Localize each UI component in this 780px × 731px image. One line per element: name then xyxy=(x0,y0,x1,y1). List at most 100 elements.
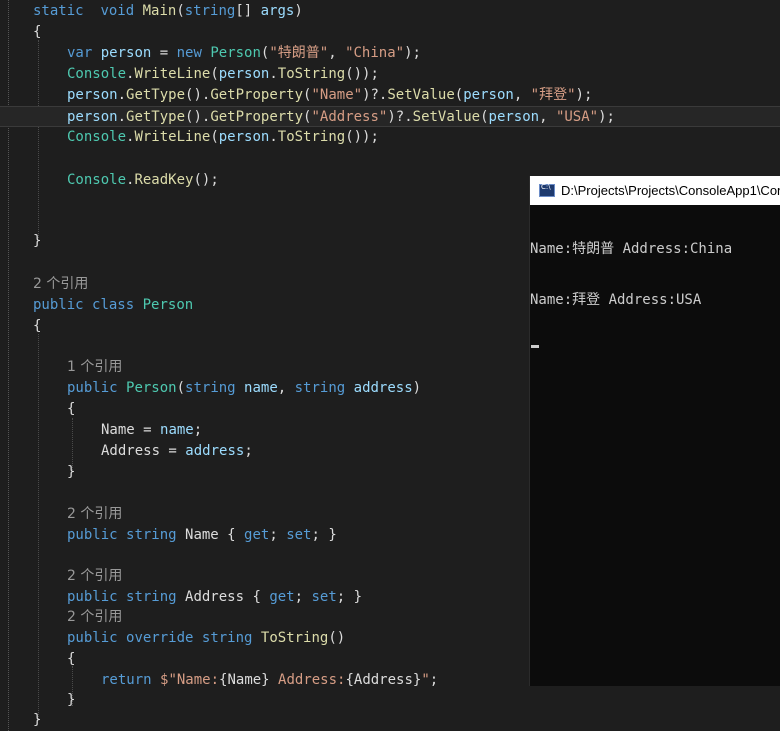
code-line[interactable]: Name = name; xyxy=(101,420,202,441)
code-token: name xyxy=(244,380,278,396)
reference-count[interactable]: 2 个引用 xyxy=(67,607,122,628)
code-token: person xyxy=(218,129,270,145)
code-token: public xyxy=(33,297,84,313)
code-token: address xyxy=(185,443,245,459)
code-line[interactable]: } xyxy=(67,690,75,711)
console-window[interactable]: D:\Projects\Projects\ConsoleApp1\Console… xyxy=(529,176,780,686)
code-token: get xyxy=(269,589,295,605)
code-token: { xyxy=(33,318,42,334)
code-token: person xyxy=(218,66,270,82)
code-token: Console xyxy=(67,129,127,145)
code-token: (). xyxy=(185,87,211,103)
code-token: "Name" xyxy=(311,87,363,103)
console-output[interactable]: Name:特朗普 Address:China Name:拜登 Address:U… xyxy=(530,205,780,382)
console-output-line: Name:拜登 Address:USA xyxy=(530,292,702,308)
code-token: } xyxy=(33,233,42,249)
code-token: { xyxy=(67,401,76,417)
code-token: string xyxy=(185,380,236,396)
code-line[interactable]: person.GetType().GetProperty ("Name")?.Se… xyxy=(67,85,592,106)
code-token: ; xyxy=(429,672,439,688)
code-token: Address: xyxy=(269,672,346,688)
code-token: Address { xyxy=(176,589,270,605)
reference-count[interactable]: 2 个引用 xyxy=(67,566,122,587)
code-token: class xyxy=(92,297,135,313)
code-token: {Name} xyxy=(219,672,270,688)
code-line[interactable]: { xyxy=(67,649,75,670)
code-token: public xyxy=(67,630,118,646)
code-token: get xyxy=(244,527,270,543)
code-token: name xyxy=(160,422,194,438)
code-line[interactable]: Console.WriteLine(person.ToString()); xyxy=(67,127,379,148)
code-line[interactable]: { xyxy=(33,316,41,337)
code-token: GetType xyxy=(126,87,186,103)
code-token: void xyxy=(100,3,135,19)
code-token: "USA" xyxy=(555,109,599,125)
code-token: ( xyxy=(176,380,186,396)
code-token: } xyxy=(33,712,42,728)
code-token: Person xyxy=(142,297,194,313)
code-line[interactable]: } xyxy=(33,231,41,252)
code-token: string xyxy=(126,527,177,543)
code-token: address xyxy=(353,380,413,396)
code-token: ToString xyxy=(277,129,346,145)
code-token: SetValue xyxy=(387,87,455,103)
code-line[interactable]: static void Main(string[] args) xyxy=(33,1,303,22)
code-token: Main xyxy=(142,3,177,19)
code-line[interactable]: Console.ReadKey(); xyxy=(67,170,219,191)
reference-count[interactable]: 1 个引用 xyxy=(67,357,122,378)
code-token: )?. xyxy=(387,109,413,125)
code-token: 2 个引用 xyxy=(33,276,89,292)
code-line[interactable]: var person = new Person("特朗普", "China"); xyxy=(67,43,421,64)
reference-count[interactable]: 2 个引用 xyxy=(33,274,88,295)
code-token: GetType xyxy=(126,109,186,125)
code-token: "Address" xyxy=(311,109,388,125)
code-token: ); xyxy=(404,45,421,61)
code-line[interactable]: { xyxy=(67,399,75,420)
code-token: WriteLine xyxy=(134,66,211,82)
code-token: ()); xyxy=(345,129,379,145)
code-token: (). xyxy=(185,109,211,125)
code-line[interactable]: Address = address; xyxy=(101,441,253,462)
code-token: } xyxy=(67,464,76,480)
indent-guide xyxy=(38,334,39,719)
code-token: . xyxy=(269,66,278,82)
code-token: ; xyxy=(269,527,287,543)
code-line[interactable]: public string Address { get; set; } xyxy=(67,587,362,608)
code-token: Name = xyxy=(101,422,161,438)
code-token: $"Name: xyxy=(160,672,220,688)
code-token: ReadKey xyxy=(134,172,194,188)
code-line[interactable]: { xyxy=(33,22,41,43)
code-token: person xyxy=(488,109,540,125)
code-token: ToString xyxy=(277,66,346,82)
code-token: GetProperty xyxy=(210,87,304,103)
code-token: = xyxy=(151,45,177,61)
code-token: person xyxy=(67,109,118,125)
code-token: ); xyxy=(598,109,615,125)
code-line[interactable]: public override string ToString() xyxy=(67,628,345,649)
code-line[interactable]: } xyxy=(67,462,75,483)
code-token: ) xyxy=(294,3,303,19)
console-cursor xyxy=(531,345,539,348)
code-line[interactable]: public string Name { get; set; } xyxy=(67,525,337,546)
code-line[interactable]: public Person(string name, string addres… xyxy=(67,378,421,399)
code-token: Name { xyxy=(176,527,245,543)
code-line[interactable]: public class Person xyxy=(33,295,193,316)
reference-count[interactable]: 2 个引用 xyxy=(67,504,122,525)
code-token: ); xyxy=(575,87,593,103)
code-line[interactable]: return $"Name:{Name} Address:{Address}"; xyxy=(101,670,438,691)
code-line[interactable]: Console.WriteLine(person.ToString()); xyxy=(67,64,379,85)
console-titlebar[interactable]: D:\Projects\Projects\ConsoleApp1\Console… xyxy=(530,176,780,205)
code-line[interactable]: } xyxy=(33,710,41,731)
code-line-current[interactable]: person.GetType().GetProperty ("Address")?… xyxy=(0,106,780,127)
code-token: Person xyxy=(126,380,177,396)
code-token: { xyxy=(67,651,76,667)
code-token: . xyxy=(269,129,278,145)
